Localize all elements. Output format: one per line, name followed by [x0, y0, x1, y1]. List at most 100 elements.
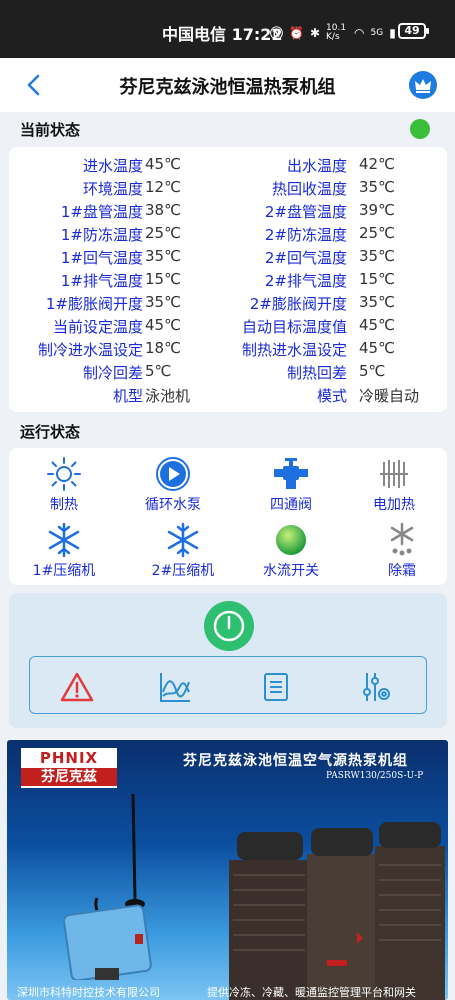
state-label: 2#排气温度 — [264, 272, 347, 290]
state-value: 18℃ — [145, 339, 181, 357]
sun-icon — [47, 457, 81, 491]
run-item-compressor-1: 1#压缩机 — [14, 522, 114, 580]
run-item-pump: 循环水泵 — [123, 456, 223, 514]
state-row: 进水温度 45℃ 出水温度 42℃ — [9, 155, 447, 178]
state-value: 冷暖自动 — [359, 387, 420, 405]
state-label: 热回收温度 — [271, 180, 347, 198]
state-row: 机型 泳池机 模式 冷暖自动 — [9, 385, 447, 408]
heat-pump-unit-image — [229, 822, 445, 1000]
run-item-water-flow: 水流开关 — [241, 522, 341, 580]
status-icons: Ⓝ ⏰ ✱ 10.1 K/s ◠ 5G ▮ — [270, 23, 396, 42]
control-panel — [9, 593, 447, 728]
signal-type: 5G — [370, 27, 384, 38]
state-value: 12℃ — [145, 178, 181, 196]
state-value: 35℃ — [359, 293, 395, 311]
state-value: 15℃ — [359, 270, 395, 288]
bluetooth-icon: ✱ — [309, 25, 321, 40]
curve-chart-icon[interactable] — [158, 670, 192, 704]
state-label: 当前设定温度 — [52, 318, 143, 336]
state-label: 制冷进水温设定 — [37, 341, 143, 359]
run-state-card: 制热 循环水泵 四通阀 电加热 1#压缩机 2#压缩机 水流开关 除霜 — [9, 448, 447, 585]
brand-logo-en: PHNIX — [39, 749, 99, 767]
power-button[interactable] — [204, 601, 254, 651]
defrost-icon — [390, 522, 414, 556]
state-value: 45℃ — [359, 316, 395, 334]
brand-logo-cn: 芬尼克兹 — [21, 768, 117, 786]
battery-icon: 49 — [398, 23, 429, 39]
state-row: 1#膨胀阀开度 35℃ 2#膨胀阀开度 35℃ — [9, 293, 447, 316]
state-value: 35℃ — [145, 293, 181, 311]
state-value: 39℃ — [359, 201, 395, 219]
state-value: 25℃ — [145, 224, 181, 242]
alarm-warning-icon[interactable] — [60, 670, 94, 704]
state-label: 进水温度 — [82, 157, 143, 175]
run-label: 电加热 — [373, 497, 415, 513]
state-row: 制冷进水温设定 18℃ 制热进水温设定 45℃ — [9, 339, 447, 362]
settings-sliders-icon[interactable] — [358, 670, 392, 704]
gateway-device-image — [62, 793, 152, 980]
snowflake-icon — [167, 522, 199, 558]
brand-logo: PHNIX 芬尼克兹 — [21, 748, 117, 788]
alarm-icon: ⏰ — [289, 25, 304, 40]
run-label: 水流开关 — [263, 563, 319, 579]
state-value: 45℃ — [145, 155, 181, 173]
state-row: 1#防冻温度 25℃ 2#防冻温度 25℃ — [9, 224, 447, 247]
state-label: 2#盘管温度 — [264, 203, 347, 221]
state-label: 1#膨胀阀开度 — [45, 295, 143, 313]
nfc-icon: Ⓝ — [270, 27, 284, 42]
app-header: 芬尼克兹泳池恒温热泵机组 — [0, 58, 455, 112]
snowflake-icon — [48, 522, 80, 558]
state-value: 35℃ — [359, 247, 395, 265]
power-icon — [213, 610, 245, 642]
valve-icon — [274, 458, 308, 489]
wifi-icon: ◠ — [354, 25, 365, 40]
state-label: 制热进水温设定 — [241, 341, 347, 359]
run-label: 2#压缩机 — [151, 563, 215, 579]
run-label: 1#压缩机 — [32, 563, 96, 579]
state-label: 1#盘管温度 — [60, 203, 143, 221]
state-label: 模式 — [316, 387, 347, 405]
state-label: 1#回气温度 — [60, 249, 143, 267]
run-item-compressor-2: 2#压缩机 — [133, 522, 233, 580]
state-value: 15℃ — [145, 270, 181, 288]
current-state-title: 当前状态 — [20, 121, 81, 139]
state-label: 制热回差 — [286, 364, 347, 382]
heater-icon — [380, 460, 408, 488]
state-label: 环境温度 — [82, 180, 143, 198]
state-value: 泳池机 — [145, 387, 191, 405]
state-value: 45℃ — [145, 316, 181, 334]
banner-footer-company: 深圳市科特时控技术有限公司 — [17, 986, 160, 999]
state-label: 制冷回差 — [82, 364, 143, 382]
run-item-heating: 制热 — [14, 456, 114, 514]
state-row: 1#盘管温度 38℃ 2#盘管温度 39℃ — [9, 201, 447, 224]
net-speed: 10.1 K/s — [326, 22, 347, 42]
state-row: 环境温度 12℃ 热回收温度 35℃ — [9, 178, 447, 201]
state-value: 35℃ — [145, 247, 181, 265]
state-value: 45℃ — [359, 339, 395, 357]
state-label: 出水温度 — [286, 157, 347, 175]
state-row: 制冷回差 5℃ 制热回差 5℃ — [9, 362, 447, 385]
state-label: 1#排气温度 — [60, 272, 143, 290]
run-label: 循环水泵 — [145, 497, 201, 513]
pump-play-icon — [156, 457, 190, 491]
state-label: 2#回气温度 — [264, 249, 347, 267]
online-status-indicator — [410, 119, 430, 139]
state-row: 当前设定温度 45℃ 自动目标温度值 45℃ — [9, 316, 447, 339]
crown-icon[interactable] — [409, 71, 437, 99]
state-label: 机型 — [112, 387, 143, 405]
product-banner[interactable]: PHNIX 芬尼克兹 芬尼克兹泳池恒温空气源热泵机组 PASRW130/250S… — [7, 740, 448, 1000]
state-value: 25℃ — [359, 224, 395, 242]
list-document-icon[interactable] — [259, 670, 293, 704]
run-state-title: 运行状态 — [20, 423, 81, 441]
banner-footer-service: 提供冷冻、冷藏、暖通监控管理平台和网关 — [207, 986, 416, 999]
state-value: 5℃ — [145, 362, 172, 380]
state-value: 38℃ — [145, 201, 181, 219]
run-label: 除霜 — [388, 563, 416, 579]
state-label: 自动目标温度值 — [241, 318, 347, 336]
function-toolbar — [29, 656, 427, 714]
run-label: 制热 — [50, 497, 78, 513]
page-title: 芬尼克兹泳池恒温热泵机组 — [119, 77, 336, 98]
run-item-electric-heater: 电加热 — [344, 456, 444, 514]
water-flow-ball-icon — [276, 525, 306, 555]
banner-model: PASRW130/250S-U-P — [326, 771, 424, 781]
